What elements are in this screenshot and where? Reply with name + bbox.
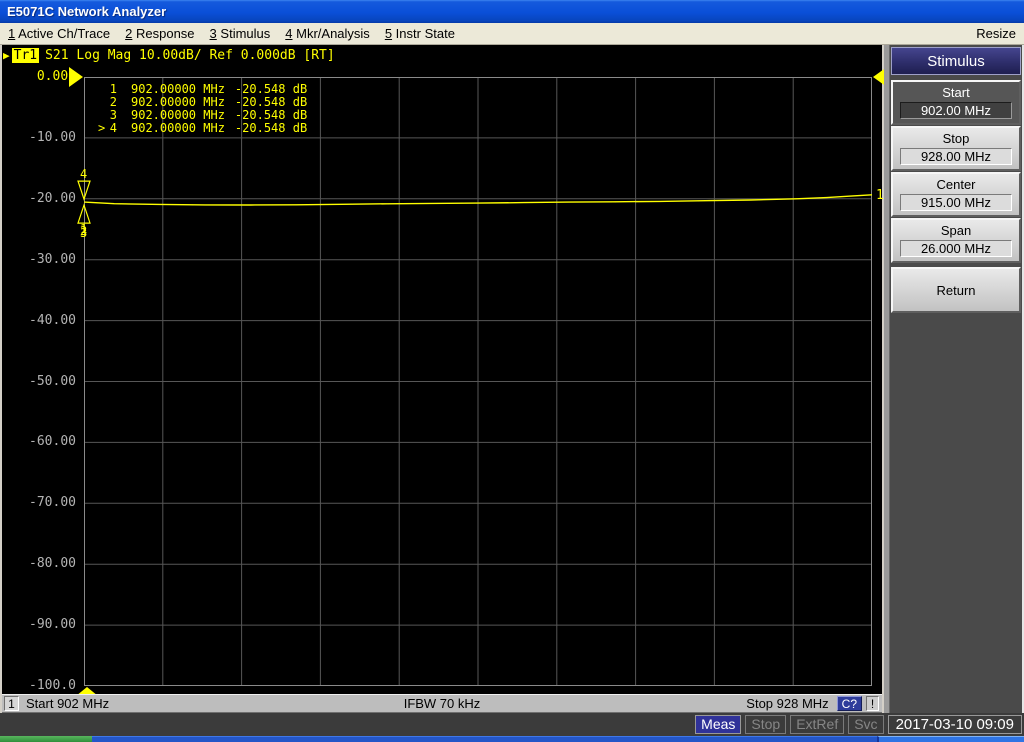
taskbar-middle[interactable] [92, 736, 877, 742]
window-title: E5071C Network Analyzer [7, 4, 167, 19]
y-axis-tick-label: -40.00 [29, 312, 76, 328]
menu-response[interactable]: 2 Response [125, 26, 194, 41]
y-axis-tick-label: -70.00 [29, 495, 76, 511]
menu-mkr-analysis[interactable]: 4 Mkr/Analysis [285, 26, 370, 41]
system-tray[interactable] [877, 736, 1024, 742]
plot-region: 0.000 -10.00 -20.00 -30.00 -40.00 -50.00 -60.0… [2, 65, 887, 696]
channel-status-bar: 1 Start 902 MHz IFBW 70 kHz Stop 928 MHz… [2, 694, 882, 713]
marker-3-label: 3 [80, 226, 87, 240]
y-axis-tick-label: -10.00 [29, 129, 76, 145]
marker-4-label: 4 [80, 167, 87, 181]
span-value-field[interactable]: 26.000 MHz [900, 240, 1012, 257]
y-axis-tick-label: -30.00 [29, 251, 76, 267]
status-meas: Meas [695, 715, 742, 734]
menu-resize[interactable]: Resize [976, 26, 1016, 41]
y-axis-tick-label: -50.00 [29, 373, 76, 389]
instrument-status-bar: Meas Stop ExtRef Svc 2017-03-10 09:09 [0, 713, 1024, 736]
start-value-field[interactable]: 902.00 MHz [900, 102, 1012, 119]
softkey-stop[interactable]: Stop 928.00 MHz [891, 126, 1021, 171]
window-title-bar[interactable]: E5071C Network Analyzer [0, 0, 1024, 23]
center-value-field[interactable]: 915.00 MHz [900, 194, 1012, 211]
status-extref: ExtRef [790, 715, 845, 734]
marker-readout-table: 1 902.00000 MHz -20.548 dB 2 902.00000 MHz -… [98, 83, 307, 135]
menu-stimulus[interactable]: 3 Stimulus [210, 26, 271, 41]
y-axis-tick-label: -90.00 [29, 617, 76, 633]
menu-bar: 1 Active Ch/Trace 2 Response 3 Stimulus … [0, 23, 1024, 45]
ref-level-indicator-left-icon[interactable] [69, 67, 83, 87]
status-ifbw: IFBW 70 kHz [403, 696, 481, 711]
y-axis-tick-label: -80.00 [29, 556, 76, 572]
active-trace-arrow-icon: ▶ [3, 48, 10, 62]
softkey-start[interactable]: Start 902.00 MHz [891, 80, 1021, 125]
y-axis-tick-label: 0.000 [36, 69, 76, 84]
trace-end-label: 1 [876, 188, 884, 203]
softkey-menu: Stimulus Start 902.00 MHz Stop 928.00 MH… [884, 45, 1024, 713]
softkey-return[interactable]: Return [891, 267, 1021, 313]
start-button[interactable] [0, 736, 92, 742]
main-area: ▶ Tr1 S21 Log Mag 10.00dB/ Ref 0.000dB [… [0, 45, 1024, 713]
y-axis-tick-label: -60.00 [29, 434, 76, 450]
stop-value-field[interactable]: 928.00 MHz [900, 148, 1012, 165]
trace-status-line: ▶ Tr1 S21 Log Mag 10.00dB/ Ref 0.000dB [… [2, 45, 882, 65]
softkey-scrollbar[interactable] [884, 45, 890, 713]
softkey-menu-title: Stimulus [891, 47, 1021, 75]
menu-instr-state[interactable]: 5 Instr State [385, 26, 455, 41]
softkey-center[interactable]: Center 915.00 MHz [891, 172, 1021, 217]
menu-active-ch-trace[interactable]: 1 Active Ch/Trace [8, 26, 110, 41]
status-sweep-stop: Stop [745, 715, 787, 734]
windows-taskbar [0, 736, 1024, 742]
marker-row-4: >4 902.00000 MHz -20.548 dB [98, 121, 308, 135]
channel-window: ▶ Tr1 S21 Log Mag 10.00dB/ Ref 0.000dB [… [0, 45, 887, 713]
y-axis-tick-label: -20.00 [29, 190, 76, 206]
softkey-stack: Stimulus Start 902.00 MHz Stop 928.00 MH… [891, 47, 1021, 314]
graticule-plot: 14123 [69, 67, 887, 696]
status-datetime: 2017-03-10 09:09 [887, 715, 1022, 734]
softkey-span[interactable]: Span 26.000 MHz [891, 218, 1021, 263]
status-svc: Svc [848, 715, 884, 734]
trace-name-badge[interactable]: Tr1 [11, 47, 40, 63]
y-axis-tick-label: -100.0 [29, 678, 76, 693]
trace-format-text: S21 Log Mag 10.00dB/ Ref 0.000dB [RT] [45, 47, 335, 63]
